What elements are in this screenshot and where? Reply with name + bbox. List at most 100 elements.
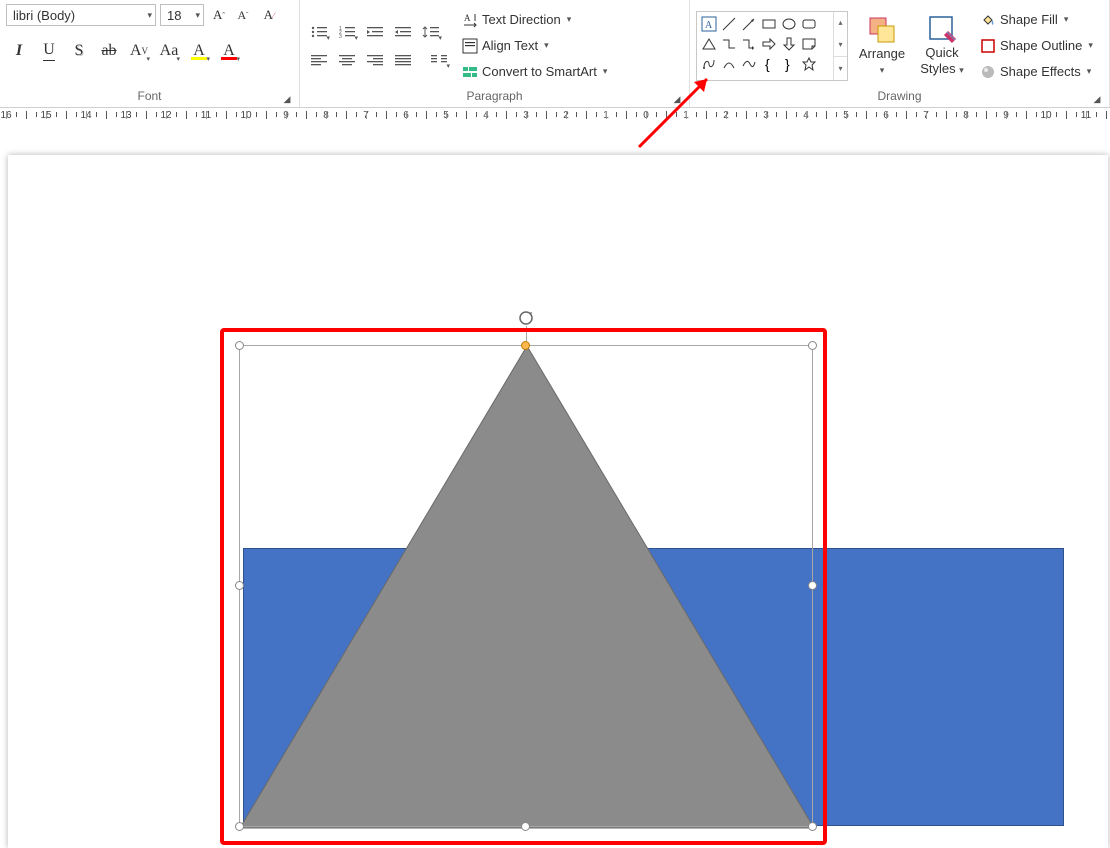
shape-effects-button[interactable]: Shape Effects ▾ — [976, 61, 1097, 83]
clear-formatting-button[interactable]: A⁄ — [258, 4, 280, 26]
font-group: libri (Body) ▾ 18 ▾ Aˆ Aˇ A⁄ I U S ab AV… — [0, 0, 300, 107]
oval-shape-icon[interactable] — [779, 14, 799, 34]
connector-elbow-icon[interactable] — [719, 34, 739, 54]
triangle-shape-icon[interactable] — [699, 34, 719, 54]
textbox-shape-icon[interactable]: A — [699, 14, 719, 34]
resize-handle-br[interactable] — [808, 822, 817, 831]
resize-handle-tr[interactable] — [808, 341, 817, 350]
chevron-down-icon: ▾ — [603, 66, 608, 77]
shadow-button[interactable]: S — [66, 38, 92, 64]
line-spacing-button[interactable]: ▾ — [418, 21, 444, 43]
convert-smartart-button[interactable]: Convert to SmartArt ▾ — [458, 61, 611, 83]
align-center-button[interactable] — [334, 49, 360, 71]
resize-handle-tl[interactable] — [235, 341, 244, 350]
paragraph-dialog-launcher[interactable]: ◢ — [671, 93, 683, 105]
svg-text:A: A — [705, 20, 713, 31]
shapes-gallery[interactable]: A — [696, 11, 848, 81]
align-right-button[interactable] — [362, 49, 388, 71]
convert-smartart-label: Convert to SmartArt — [482, 64, 597, 79]
chevron-down-icon: ▾ — [567, 14, 572, 25]
bold-button[interactable]: I — [6, 38, 32, 64]
columns-button[interactable]: ▾ — [426, 49, 452, 71]
shape-fill-icon — [980, 12, 996, 28]
down-arrow-shape-icon[interactable] — [779, 34, 799, 54]
selection-box — [239, 345, 813, 827]
shape-outline-button[interactable]: Shape Outline ▾ — [976, 35, 1097, 57]
left-brace-icon[interactable]: { — [759, 54, 779, 74]
ribbon: libri (Body) ▾ 18 ▾ Aˆ Aˇ A⁄ I U S ab AV… — [0, 0, 1110, 108]
arrange-button[interactable]: Arrange ▾ — [856, 11, 908, 81]
chevron-down-icon: ▾ — [147, 10, 152, 21]
gallery-scroll[interactable]: ▴ ▾ ▾ — [833, 12, 847, 80]
gallery-scroll-down-icon[interactable]: ▾ — [834, 34, 847, 56]
change-case-button[interactable]: Aa▾ — [156, 38, 182, 64]
shape-fill-button[interactable]: Shape Fill ▾ — [976, 9, 1097, 31]
quick-styles-label1: Quick — [925, 46, 958, 60]
increase-font-button[interactable]: Aˆ — [208, 4, 230, 26]
svg-text:3: 3 — [339, 34, 342, 40]
drawing-group-label: Drawing — [877, 89, 921, 103]
smartart-icon — [462, 64, 478, 80]
rounded-rect-shape-icon[interactable] — [799, 14, 819, 34]
shape-outline-icon — [980, 38, 996, 54]
chevron-down-icon: ▾ — [195, 10, 200, 21]
font-dialog-launcher[interactable]: ◢ — [281, 93, 293, 105]
align-left-button[interactable] — [306, 49, 332, 71]
font-color-button[interactable]: A▾ — [216, 38, 242, 64]
decrease-indent-button[interactable] — [362, 21, 388, 43]
chevron-down-icon: ▾ — [544, 40, 549, 51]
connector-elbow-arrow-icon[interactable] — [739, 34, 759, 54]
increase-indent-button[interactable] — [390, 21, 416, 43]
shape-fill-label: Shape Fill — [1000, 12, 1058, 27]
quick-styles-button[interactable]: Quick Styles ▾ — [916, 10, 968, 81]
slide-canvas[interactable] — [0, 130, 1110, 848]
freeform-shape-icon[interactable] — [699, 54, 719, 74]
rotation-connector — [526, 326, 527, 341]
font-name-combo[interactable]: libri (Body) ▾ — [6, 4, 156, 26]
numbering-button[interactable]: 123▾ — [334, 21, 360, 43]
resize-handle-bl[interactable] — [235, 822, 244, 831]
font-name-value: libri (Body) — [13, 8, 75, 23]
line-shape-icon[interactable] — [719, 14, 739, 34]
highlight-button[interactable]: A▾ — [186, 38, 212, 64]
shape-effects-label: Shape Effects — [1000, 64, 1081, 79]
arc-shape-icon[interactable] — [719, 54, 739, 74]
strikethrough-button[interactable]: ab — [96, 38, 122, 64]
arrange-label: Arrange — [859, 47, 905, 61]
paragraph-group: ▾ 123▾ ▾ ▾ A Text Direc — [300, 0, 690, 107]
star-shape-icon[interactable] — [799, 54, 819, 74]
decrease-font-button[interactable]: Aˇ — [232, 4, 254, 26]
align-text-icon — [462, 38, 478, 54]
shape-effects-icon — [980, 64, 996, 80]
chevron-down-icon: ▾ — [1087, 66, 1092, 77]
justify-button[interactable] — [390, 49, 416, 71]
chevron-down-icon: ▾ — [880, 63, 885, 77]
curve-shape-icon[interactable] — [739, 54, 759, 74]
rectangle-shape-icon[interactable] — [759, 14, 779, 34]
slide — [8, 155, 1108, 848]
resize-handle-ml[interactable] — [235, 581, 244, 590]
adjustment-handle[interactable] — [521, 341, 530, 350]
line-arrow-shape-icon[interactable] — [739, 14, 759, 34]
resize-handle-mb[interactable] — [521, 822, 530, 831]
align-text-button[interactable]: Align Text ▾ — [458, 35, 611, 57]
chevron-down-icon: ▾ — [1088, 40, 1093, 51]
right-brace-icon[interactable]: } — [779, 54, 799, 74]
resize-handle-mr[interactable] — [808, 581, 817, 590]
horizontal-ruler[interactable]: 1615141312111098765432101234567891011 — [0, 108, 1110, 130]
drawing-dialog-launcher[interactable]: ◢ — [1091, 93, 1103, 105]
gallery-more-icon[interactable]: ▾ — [834, 56, 847, 79]
right-arrow-shape-icon[interactable] — [759, 34, 779, 54]
bullets-button[interactable]: ▾ — [306, 21, 332, 43]
text-direction-button[interactable]: A Text Direction ▾ — [458, 9, 611, 31]
svg-text:A: A — [464, 13, 471, 23]
rotation-handle[interactable] — [518, 310, 534, 326]
paragraph-group-label: Paragraph — [466, 89, 522, 103]
underline-button[interactable]: U — [36, 38, 62, 64]
gallery-scroll-up-icon[interactable]: ▴ — [834, 12, 847, 34]
chevron-down-icon: ▾ — [959, 65, 964, 75]
font-size-combo[interactable]: 18 ▾ — [160, 4, 204, 26]
font-group-label: Font — [137, 89, 161, 103]
folded-corner-shape-icon[interactable] — [799, 34, 819, 54]
character-spacing-button[interactable]: AV▾ — [126, 38, 152, 64]
